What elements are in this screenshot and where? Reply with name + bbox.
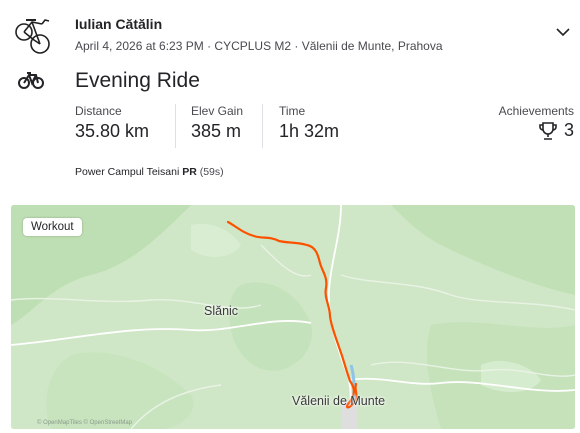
workout-badge: Workout — [23, 218, 82, 236]
segment-achievement[interactable]: Power Campul Teisani PR (59s) — [75, 166, 224, 178]
segment-name: Power Campul Teisani — [75, 166, 180, 178]
segment-time: (59s) — [199, 166, 224, 178]
stat-elev-gain: Elev Gain 385 m — [175, 104, 243, 148]
stat-elev-gain-label: Elev Gain — [191, 104, 244, 118]
place-label-slanic: Slănic — [204, 304, 239, 318]
activity-meta: April 4, 2026 at 6:23 PM · CYCPLUS M2 · … — [75, 39, 443, 53]
stat-time-value: 1h 32m — [279, 121, 340, 141]
stat-distance-label: Distance — [75, 104, 122, 118]
athlete-name[interactable]: Iulian Cătălin — [75, 16, 162, 32]
route-map[interactable]: Workout Slănic Vălenii de Munte © OpenMa… — [11, 205, 575, 429]
stat-achievements-value: 3 — [563, 120, 574, 140]
chevron-down-icon[interactable] — [553, 22, 573, 42]
athlete-avatar[interactable] — [12, 14, 52, 58]
activity-title: Evening Ride — [75, 69, 200, 92]
stat-distance: Distance 35.80 km — [75, 104, 149, 148]
stat-time-label: Time — [279, 104, 306, 118]
stat-achievements-label: Achievements — [498, 104, 574, 118]
road-bike-avatar-icon — [15, 19, 50, 54]
map-attribution: © OpenMapTiles © OpenStreetMap — [37, 420, 132, 426]
stat-distance-value: 35.80 km — [75, 121, 150, 141]
stat-time: Time 1h 32m — [262, 104, 339, 148]
stat-elev-gain-value: 385 m — [191, 121, 242, 141]
place-label-valenii: Vălenii de Munte — [292, 394, 386, 408]
trophy-icon — [539, 121, 557, 140]
pr-badge: PR — [182, 166, 197, 178]
stat-achievements[interactable]: Achievements 3 — [499, 104, 574, 148]
bike-icon — [18, 70, 44, 90]
